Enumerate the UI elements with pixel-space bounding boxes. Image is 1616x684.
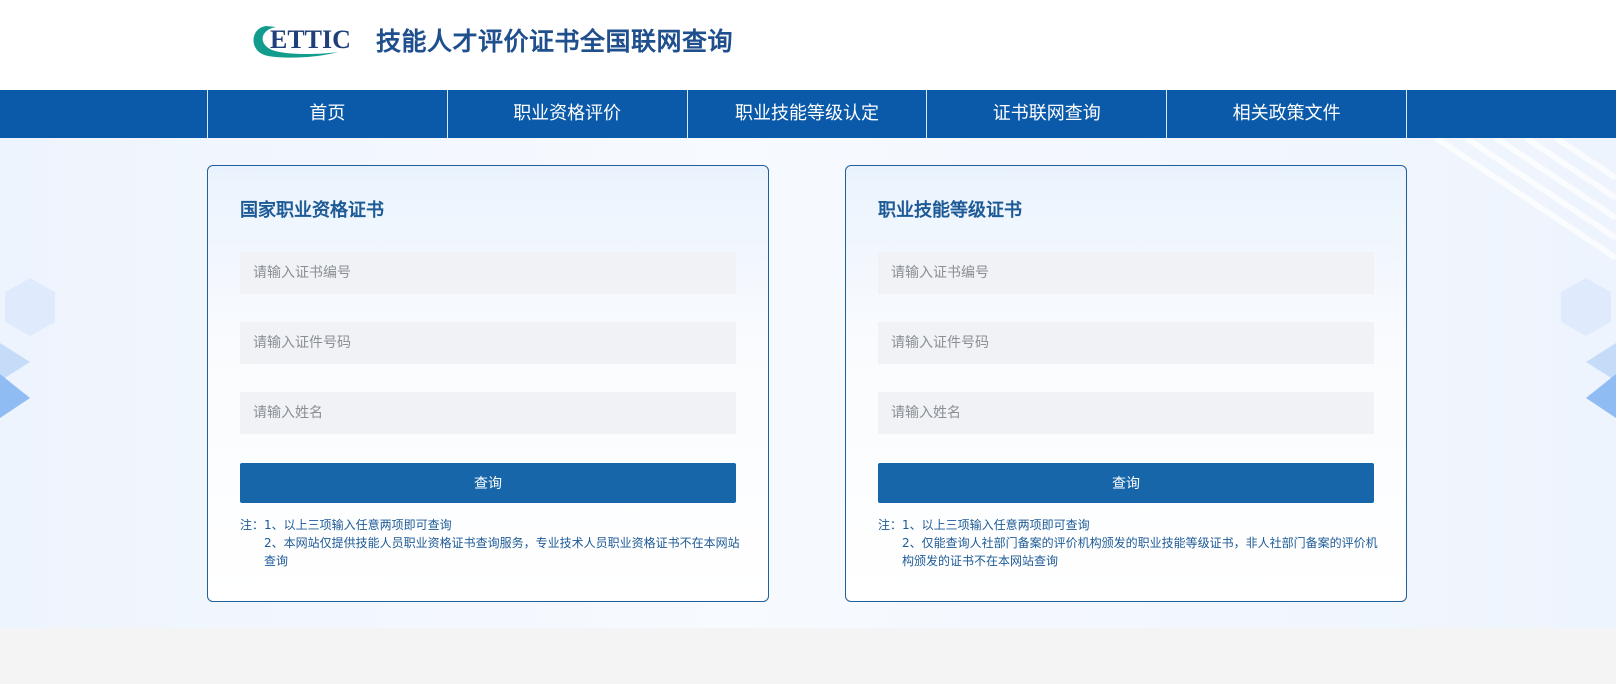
main-nav: 首页 职业资格评价 职业技能等级认定 证书联网查询 相关政策文件	[0, 90, 1616, 138]
certificate-number-input[interactable]	[878, 252, 1374, 294]
ettic-logo[interactable]: ETTIC	[246, 22, 364, 64]
query-button[interactable]: 查询	[878, 463, 1374, 503]
site-header: ETTIC 技能人才评价证书全国联网查询	[0, 0, 1616, 90]
notes: 注：1、以上三项输入任意两项即可查询 2、仅能查询人社部门备案的评价机构颁发的职…	[878, 516, 1378, 570]
footer	[0, 628, 1616, 684]
card-title: 国家职业资格证书	[240, 200, 384, 221]
card-title: 职业技能等级证书	[878, 200, 1022, 221]
nav-item-policy-documents[interactable]: 相关政策文件	[1167, 90, 1407, 138]
id-number-input[interactable]	[878, 322, 1374, 364]
main-content: 国家职业资格证书 查询 注：1、以上三项输入任意两项即可查询 2、本网站仅提供技…	[0, 138, 1616, 628]
nav-item-skill-level-certification[interactable]: 职业技能等级认定	[688, 90, 928, 138]
name-input[interactable]	[878, 392, 1374, 434]
nav-item-certificate-query[interactable]: 证书联网查询	[927, 90, 1168, 138]
nav-item-qualification-evaluation[interactable]: 职业资格评价	[448, 90, 688, 138]
id-number-input[interactable]	[240, 322, 736, 364]
logo-text: ETTIC	[270, 25, 351, 54]
nav-item-home[interactable]: 首页	[208, 90, 448, 138]
note-1: 注：1、以上三项输入任意两项即可查询	[878, 518, 1090, 532]
name-input[interactable]	[240, 392, 736, 434]
note-2: 2、仅能查询人社部门备案的评价机构颁发的职业技能等级证书，非人社部门备案的评价机…	[902, 536, 1378, 568]
hexagon-decoration-left	[0, 278, 55, 418]
note-2: 2、本网站仅提供技能人员职业资格证书查询服务，专业技术人员职业资格证书不在本网站…	[264, 536, 740, 568]
site-title: 技能人才评价证书全国联网查询	[376, 27, 734, 56]
skill-level-card: 职业技能等级证书 查询 注：1、以上三项输入任意两项即可查询 2、仅能查询人社部…	[845, 165, 1407, 602]
note-1: 注：1、以上三项输入任意两项即可查询	[240, 518, 452, 532]
query-button[interactable]: 查询	[240, 463, 736, 503]
hexagon-decoration-right	[1561, 278, 1616, 418]
national-qualification-card: 国家职业资格证书 查询 注：1、以上三项输入任意两项即可查询 2、本网站仅提供技…	[207, 165, 769, 602]
certificate-number-input[interactable]	[240, 252, 736, 294]
notes: 注：1、以上三项输入任意两项即可查询 2、本网站仅提供技能人员职业资格证书查询服…	[240, 516, 740, 570]
